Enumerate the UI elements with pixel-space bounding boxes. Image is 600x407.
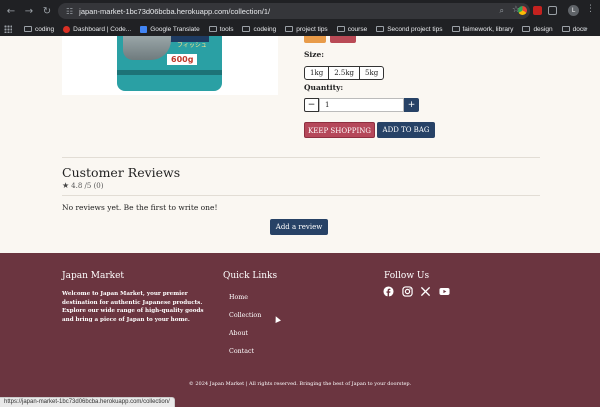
size-label: Size:	[304, 50, 325, 59]
footer-about-text: Welcome to Japan Market, your premier de…	[62, 291, 204, 323]
folder-icon	[242, 26, 251, 32]
size-option[interactable]: 5kg	[359, 66, 385, 80]
reviews-divider	[62, 195, 540, 196]
folder-icon	[451, 26, 460, 32]
apps-grid-icon[interactable]	[4, 25, 15, 33]
quantity-decrease-button[interactable]: −	[304, 98, 319, 112]
url-text: japan-market-1bc73d06bcba.herokuapp.com/…	[79, 6, 271, 16]
size-options: 1kg 2.5kg 5kg	[304, 66, 385, 80]
bookmark-item[interactable]: codeing	[242, 26, 276, 33]
rating-summary: ★ 4.8 /5 (0)	[62, 181, 103, 190]
address-bar[interactable]: ☷ japan-market-1bc73d06bcba.herokuapp.co…	[58, 3, 530, 19]
footer-link-contact[interactable]: Contact	[229, 348, 254, 355]
footer-link-about[interactable]: About	[229, 330, 248, 337]
add-review-button[interactable]: Add a review	[270, 219, 328, 235]
size-option[interactable]: 2.5kg	[328, 66, 361, 80]
reload-icon[interactable]: ↻	[40, 6, 54, 17]
folder-icon	[208, 26, 217, 32]
bookmark-item[interactable]: course	[336, 26, 367, 33]
more-bookmarks-icon[interactable]: »	[583, 24, 588, 33]
add-to-bag-button[interactable]: ADD TO BAG	[377, 122, 435, 138]
site-info-icon[interactable]: ☷	[66, 7, 73, 16]
browser-chrome: ← → ↻ ⌂ ☷ japan-market-1bc73d06bcba.hero…	[0, 0, 600, 36]
category-tag[interactable]	[304, 36, 326, 43]
dashboard-favicon	[63, 25, 71, 33]
bookmark-item[interactable]: Second project tips	[376, 26, 443, 33]
youtube-icon[interactable]	[439, 286, 450, 297]
category-tag[interactable]	[330, 36, 356, 43]
quantity-label: Quantity:	[304, 83, 344, 92]
empty-reviews-text: No reviews yet. Be the first to write on…	[62, 203, 218, 212]
profile-avatar[interactable]: L	[568, 5, 579, 16]
forward-icon[interactable]: →	[22, 6, 36, 17]
cat-photo	[123, 36, 171, 60]
section-divider	[62, 157, 540, 158]
bookmarks-bar: coding Dashboard | Code... Google Transl…	[0, 22, 600, 36]
quick-links-title: Quick Links	[223, 271, 278, 281]
bookmark-item[interactable]: Google Translate	[140, 25, 200, 33]
extensions-puzzle-icon[interactable]	[548, 6, 557, 15]
bookmark-item[interactable]: project tips	[285, 26, 328, 33]
footer-link-home[interactable]: Home	[229, 294, 248, 301]
bookmark-item[interactable]: Dashboard | Code...	[63, 25, 131, 33]
quantity-increase-button[interactable]: +	[404, 98, 419, 112]
extension-icon-1[interactable]	[518, 6, 527, 15]
folder-icon	[376, 26, 385, 32]
translate-favicon	[140, 25, 148, 33]
follow-us-title: Follow Us	[384, 271, 430, 281]
folder-icon	[285, 26, 294, 32]
bookmark-item[interactable]: faimework, library	[451, 26, 513, 33]
footer-link-collection[interactable]: Collection	[229, 312, 261, 319]
size-option[interactable]: 1kg	[304, 66, 330, 80]
folder-icon	[336, 26, 345, 32]
bookmark-item[interactable]: tools	[208, 26, 233, 33]
folder-icon	[522, 26, 531, 32]
keep-shopping-button[interactable]: KEEP SHOPPING	[304, 122, 375, 138]
browser-status-bar: https://japan-market-1bc73d06bcba.heroku…	[0, 397, 175, 407]
bookmark-item[interactable]: coding	[24, 26, 54, 33]
folder-icon	[561, 26, 570, 32]
extension-icon-2[interactable]	[533, 6, 542, 15]
quantity-input[interactable]: 1	[319, 98, 404, 112]
package-weight: 600g	[167, 54, 198, 65]
instagram-icon[interactable]	[402, 286, 413, 297]
back-icon[interactable]: ←	[4, 6, 18, 17]
x-icon[interactable]	[420, 286, 431, 297]
star-icon: ★	[62, 181, 70, 190]
product-image: フィッシュ 600g	[62, 36, 278, 95]
bookmark-item[interactable]: design	[522, 26, 553, 33]
cat-food-package: フィッシュ 600g	[117, 36, 222, 91]
copyright-text: © 2024 Japan Market | All rights reserve…	[188, 381, 412, 387]
zoom-icon[interactable]: ⌕	[500, 6, 504, 16]
menu-dots-icon[interactable]: ⋮	[586, 4, 595, 14]
facebook-icon[interactable]	[383, 286, 394, 297]
reviews-title: Customer Reviews	[62, 165, 181, 180]
folder-icon	[24, 26, 32, 32]
footer-brand: Japan Market	[62, 271, 125, 281]
rating-text: 4.8 /5 (0)	[71, 181, 104, 190]
